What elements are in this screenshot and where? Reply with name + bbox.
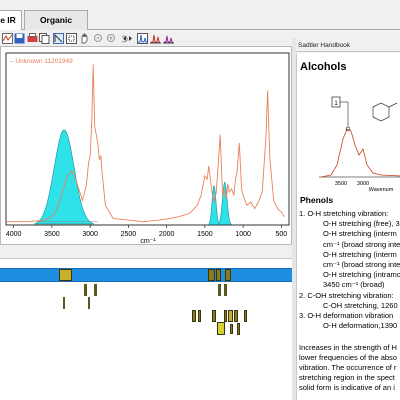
reference-paragraph-line: Increases in the strength of H [299, 343, 397, 352]
zoom-box-icon[interactable] [66, 33, 77, 44]
reference-list-item: 3. O-H deformation vibration [299, 311, 394, 320]
reference-list-item: 1. O-H stretching vibration: [299, 209, 389, 218]
group-bar[interactable] [59, 269, 72, 281]
reference-list-item: O-H stretching (intramo [323, 270, 400, 280]
reference-title: Alcohols [300, 61, 347, 73]
highlight-region[interactable] [34, 129, 95, 225]
group-bar[interactable] [230, 324, 233, 334]
group-bar[interactable] [192, 310, 196, 322]
x-tick-label: 2500 [121, 231, 137, 238]
tab-ir[interactable]: e IR [0, 10, 22, 30]
x-tick-label: 1500 [197, 231, 213, 238]
save-icon[interactable] [14, 33, 25, 44]
chart-icon[interactable] [2, 33, 13, 44]
copy-icon[interactable] [39, 33, 50, 44]
tab-bar: e IR Organic Raman [0, 8, 400, 44]
group-bar[interactable] [225, 269, 231, 281]
reference-list-item: C-OH stretching, 1260 [323, 300, 398, 310]
inset-x-label: Wavenum [369, 187, 394, 193]
tab-organic-raman[interactable]: Organic Raman [24, 10, 88, 44]
zoom-icon[interactable] [53, 33, 64, 44]
phenols-heading: Phenols [300, 195, 334, 205]
peak-stack-icon[interactable] [163, 33, 174, 44]
zoom-out-icon[interactable] [93, 33, 104, 44]
app-window: e IR Organic Raman – Unknown 11201949 400… [0, 0, 400, 400]
group-bar[interactable] [63, 297, 65, 309]
group-bar[interactable] [217, 322, 225, 335]
group-bar[interactable] [198, 310, 201, 322]
highlight-region[interactable] [207, 185, 221, 225]
reference-list-item: O-H deformation,1390 [323, 321, 398, 331]
reference-list-item: O-H stretching (interm [323, 229, 397, 239]
inset-tick-label: 3500 [335, 181, 347, 187]
reference-paragraph-line: lower frequencies of the abso [299, 353, 397, 362]
x-tick-label: 1000 [235, 231, 251, 238]
x-tick-label: 2000 [159, 231, 175, 238]
group-bar[interactable] [208, 269, 215, 281]
selected-group-band[interactable] [0, 268, 292, 282]
reference-list-item: cm⁻¹ (broad strong inte [323, 239, 400, 249]
print-icon[interactable] [27, 33, 38, 44]
group-bar[interactable] [94, 284, 97, 296]
inset-leader [340, 101, 349, 127]
group-bar[interactable] [234, 310, 238, 322]
hand-icon[interactable] [79, 33, 90, 44]
reference-list-item: cm⁻¹ (broad strong inte [323, 260, 400, 269]
group-bar[interactable] [237, 323, 240, 335]
group-bar[interactable] [244, 310, 247, 322]
structure-bond [388, 102, 398, 108]
spectrum-plot-panel[interactable]: – Unknown 11201949 4000 3500 3000 2500 2000 15… [0, 46, 292, 245]
group-bar[interactable] [212, 310, 216, 322]
group-bar[interactable] [228, 310, 233, 322]
reference-paragraph-line: stretching region in the spect [299, 373, 395, 382]
reference-list-item: O-H stretching (free), 3 [323, 219, 400, 229]
group-bar[interactable] [88, 297, 90, 309]
group-bar[interactable] [224, 284, 227, 296]
highlight-region[interactable] [217, 182, 232, 225]
x-tick-label: 3500 [44, 231, 60, 238]
peak-label-icon[interactable] [150, 33, 161, 44]
peak-icon[interactable] [137, 33, 148, 44]
reference-inset-spectrum: 13500 3000Wavenum [319, 96, 400, 193]
group-bar[interactable] [224, 310, 227, 322]
zoom-in-icon[interactable] [106, 33, 117, 44]
spectrum-line[interactable] [6, 64, 285, 223]
group-bar[interactable] [216, 269, 221, 281]
reference-paragraph-line: solid form is indicative of an i [299, 383, 395, 392]
group-bar[interactable] [84, 284, 87, 296]
reference-paragraph-line: vibration. The occurrence of r [299, 363, 397, 372]
inset-curve [320, 128, 400, 178]
x-tick-label: 4000 [6, 231, 22, 238]
structure-icon [372, 102, 390, 122]
horizontal-splitter[interactable] [0, 245, 292, 258]
reference-pane[interactable]: Alcohols 1 3500 3000 Wavenum Phenols 1. O-H… [296, 53, 400, 400]
legend-entry: – Unknown 11201949 [10, 58, 73, 65]
inset-tick-label: 3000 [357, 181, 369, 187]
spectrum-chart[interactable]: – Unknown 11201949 4000 3500 3000 2500 2000 15… [1, 47, 293, 246]
reference-pane-header: Sadtler Handbook [296, 40, 400, 52]
expand-horizontal-icon[interactable] [122, 33, 133, 44]
x-tick-label: 3000 [82, 231, 98, 238]
x-tick-label: 500 [276, 231, 288, 238]
reference-list-item: 2. C-OH stretching vibration: [299, 290, 394, 300]
group-bar[interactable] [218, 284, 221, 296]
reference-list-item: 3450 cm⁻¹ (broad) [323, 280, 385, 290]
x-axis-label: cm⁻¹ [140, 238, 156, 245]
reference-list-item: O-H stretching (interm [323, 249, 397, 259]
